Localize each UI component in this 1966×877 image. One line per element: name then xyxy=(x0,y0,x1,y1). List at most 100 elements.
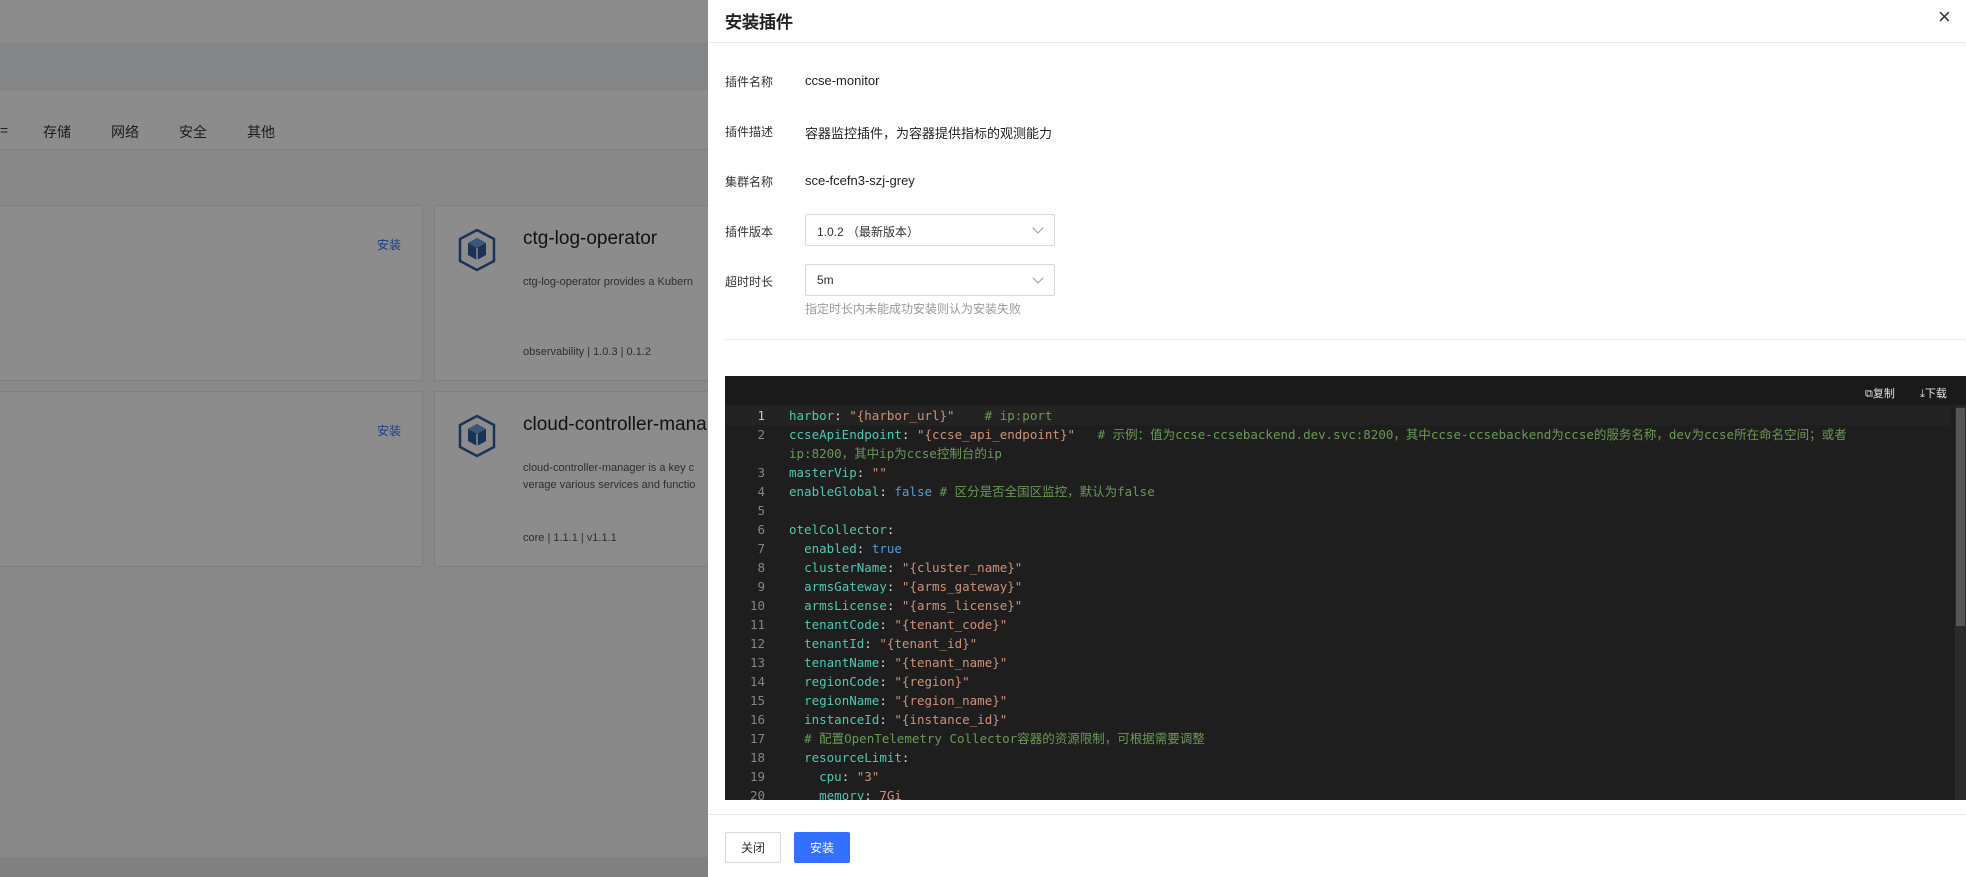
yaml-comment: # ip:port xyxy=(954,408,1053,423)
code-text: masterVip: "" xyxy=(789,463,887,482)
yaml-colon: : xyxy=(879,674,887,689)
code-line[interactable]: 10 armsLicense: "{arms_license}" xyxy=(725,596,1951,615)
line-number: 16 xyxy=(749,712,765,727)
code-line[interactable]: 7 enabled: true xyxy=(725,539,1951,558)
field-label: 集群名称 xyxy=(725,175,774,189)
chevron-down-icon xyxy=(1032,222,1044,234)
code-line[interactable]: 19 cpu: "3" xyxy=(725,767,1951,786)
yaml-code-editor[interactable]: ⧉复制 ⤓下载 1 harbor: "{harbor_url}" # ip:por… xyxy=(725,376,1966,800)
code-line[interactable]: 13 tenantName: "{tenant_name}" xyxy=(725,653,1951,672)
yaml-colon: : xyxy=(864,788,872,800)
field-label: 超时时长 xyxy=(725,275,774,289)
line-number: 5 xyxy=(757,503,765,518)
yaml-colon: : xyxy=(901,750,910,765)
version-select[interactable]: 1.0.2 （最新版本） xyxy=(805,214,1055,246)
yaml-value: "{arms_license}" xyxy=(901,598,1023,613)
field-plugin-version: 插件版本 1.0.2 （最新版本） xyxy=(725,214,1925,246)
line-number: 13 xyxy=(749,655,765,670)
yaml-key: tenantId xyxy=(804,636,865,651)
line-number: 15 xyxy=(749,693,765,708)
code-line[interactable]: ip:8200，其中ip为ccse控制台的ip xyxy=(725,444,1951,463)
line-number: 9 xyxy=(757,579,765,594)
code-line[interactable]: 2 ccseApiEndpoint: "{ccse_api_endpoint}" … xyxy=(725,425,1951,444)
yaml-value: 7Gi xyxy=(879,788,902,800)
code-line[interactable]: 3 masterVip: "" xyxy=(725,463,1951,482)
divider xyxy=(725,339,1966,340)
code-text: tenantId: "{tenant_id}" xyxy=(789,634,977,653)
code-text: regionCode: "{region}" xyxy=(789,672,970,691)
editor-toolbar: ⧉复制 ⤓下载 xyxy=(725,376,1966,404)
code-line[interactable]: 6 otelCollector: xyxy=(725,520,1951,539)
yaml-value: "{instance_id}" xyxy=(894,712,1008,727)
yaml-value: "3" xyxy=(856,769,880,784)
yaml-value: "{tenant_name}" xyxy=(894,655,1008,670)
code-area[interactable]: 1 harbor: "{harbor_url}" # ip:port 2 ccseAp… xyxy=(725,406,1951,800)
code-line[interactable]: 16 instanceId: "{instance_id}" xyxy=(725,710,1951,729)
line-number: 14 xyxy=(749,674,765,689)
install-button[interactable]: 安装 xyxy=(794,832,850,863)
close-icon[interactable]: × xyxy=(1938,4,1951,30)
code-text: tenantName: "{tenant_name}" xyxy=(789,653,1007,672)
yaml-key: clusterName xyxy=(804,560,887,575)
yaml-key: cpu xyxy=(819,769,842,784)
code-text: armsGateway: "{arms_gateway}" xyxy=(789,577,1022,596)
code-line[interactable]: 5 xyxy=(725,501,1951,520)
yaml-colon: : xyxy=(886,522,895,537)
code-line[interactable]: 20 memory: 7Gi xyxy=(725,786,1951,800)
code-text: ccseApiEndpoint: "{ccse_api_endpoint}" #… xyxy=(789,425,1847,444)
yaml-key: masterVip xyxy=(789,465,857,480)
yaml-value: "{arms_gateway}" xyxy=(901,579,1023,594)
code-text: enabled: true xyxy=(789,539,902,558)
line-number: 6 xyxy=(757,522,765,537)
field-label: 插件描述 xyxy=(725,125,774,139)
code-text: ip:8200，其中ip为ccse控制台的ip xyxy=(789,444,1002,463)
code-line[interactable]: 8 clusterName: "{cluster_name}" xyxy=(725,558,1951,577)
yaml-key: regionCode xyxy=(804,674,880,689)
code-line[interactable]: 15 regionName: "{region_name}" xyxy=(725,691,1951,710)
download-button[interactable]: ⤓下载 xyxy=(1920,385,1947,401)
code-text: enableGlobal: false # 区分是否全国区监控，默认为false xyxy=(789,482,1155,501)
code-line[interactable]: 17 # 配置OpenTelemetry Collector容器的资源限制，可根… xyxy=(725,729,1951,748)
scrollbar-thumb[interactable] xyxy=(1956,408,1965,626)
yaml-key: tenantCode xyxy=(804,617,880,632)
line-number: 18 xyxy=(749,750,765,765)
timeout-select[interactable]: 5m xyxy=(805,264,1055,296)
field-cluster-name: 集群名称 sce-fcefn3-szj-grey xyxy=(725,170,1925,194)
drawer-title: 安装插件 xyxy=(725,13,793,32)
chevron-down-icon xyxy=(1032,272,1044,284)
code-line[interactable]: 11 tenantCode: "{tenant_code}" xyxy=(725,615,1951,634)
yaml-comment: # 区分是否全国区监控，默认为false xyxy=(932,484,1155,499)
timeout-select-value: 5m xyxy=(817,273,834,287)
line-number: 20 xyxy=(749,788,765,800)
close-button[interactable]: 关闭 xyxy=(725,832,781,863)
code-line[interactable]: 1 harbor: "{harbor_url}" # ip:port xyxy=(725,406,1951,425)
code-line[interactable]: 9 armsGateway: "{arms_gateway}" xyxy=(725,577,1951,596)
code-line[interactable]: 12 tenantId: "{tenant_id}" xyxy=(725,634,1951,653)
code-line[interactable]: 4 enableGlobal: false # 区分是否全国区监控，默认为fals… xyxy=(725,482,1951,501)
yaml-key: harbor xyxy=(789,408,835,423)
version-select-value: 1.0.2 （最新版本） xyxy=(817,225,920,239)
copy-button[interactable]: ⧉复制 xyxy=(1865,385,1895,401)
drawer-header: 安装插件 × xyxy=(708,0,1966,43)
yaml-key: armsGateway xyxy=(804,579,887,594)
code-line[interactable]: 18 resourceLimit: xyxy=(725,748,1951,767)
line-number: 10 xyxy=(749,598,765,613)
yaml-value: "{cluster_name}" xyxy=(901,560,1023,575)
yaml-value: false xyxy=(894,484,933,499)
yaml-colon: : xyxy=(879,617,887,632)
line-number: 19 xyxy=(749,769,765,784)
yaml-key: enabled xyxy=(804,541,857,556)
code-line[interactable]: 14 regionCode: "{region}" xyxy=(725,672,1951,691)
yaml-colon: : xyxy=(879,712,887,727)
